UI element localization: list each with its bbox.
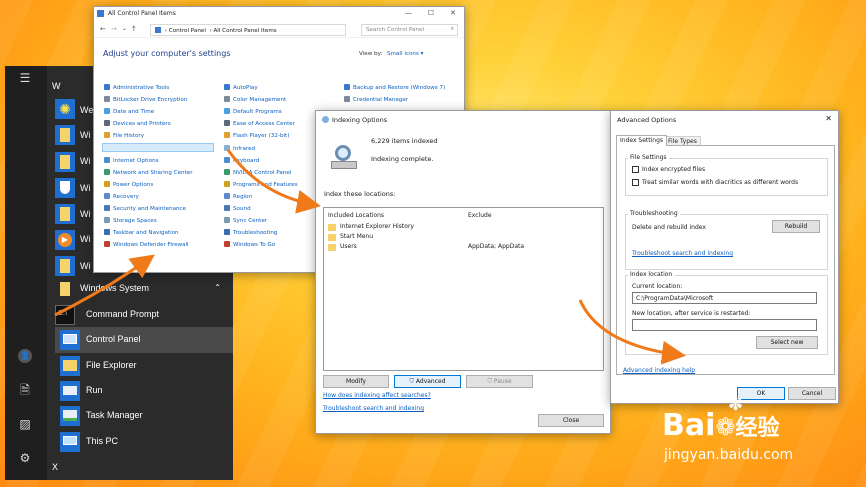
paw-icon: ❁ bbox=[715, 413, 736, 441]
arrow-to-advanced bbox=[578, 299, 686, 365]
arrow-to-control-panel bbox=[54, 254, 155, 317]
watermark-url: jingyan.baidu.com bbox=[664, 447, 794, 463]
paw-logo-icon: ✽ bbox=[728, 394, 744, 415]
tab-index-settings[interactable]: Index Settings bbox=[616, 135, 668, 146]
arrow-to-indexing bbox=[226, 149, 321, 214]
watermark-brand: Bai❁经验 bbox=[662, 408, 780, 443]
